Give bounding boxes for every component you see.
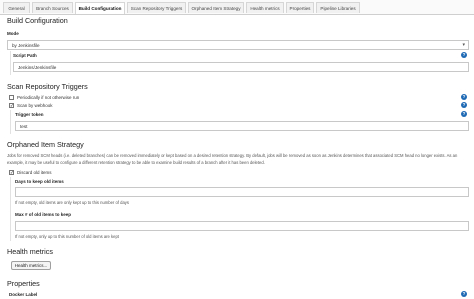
trigger-token-label: Trigger token: [15, 112, 44, 117]
webhook-checkbox[interactable]: ✓: [9, 103, 14, 108]
webhook-nested-config: [10, 110, 11, 134]
discard-old-items-checkbox[interactable]: ✓: [9, 170, 14, 175]
mode-selected-value: by Jenkinsfile: [12, 43, 40, 48]
mode-nested-config: [10, 51, 11, 75]
periodic-label: Periodically if not otherwise run: [17, 95, 80, 100]
scan-repository-triggers-heading: Scan Repository Triggers: [7, 82, 88, 91]
health-metrics-heading: Health metrics: [7, 247, 53, 256]
help-icon[interactable]: ?: [461, 52, 467, 58]
mode-label: Mode: [7, 31, 19, 36]
trigger-token-input[interactable]: test: [15, 121, 469, 131]
days-to-keep-label: Days to keep old items: [15, 179, 64, 184]
health-metrics-button[interactable]: Health metrics...: [11, 261, 51, 270]
days-to-keep-input[interactable]: [15, 187, 469, 197]
help-icon[interactable]: ?: [461, 102, 467, 108]
tab-pipeline-libraries[interactable]: Pipeline Libraries: [316, 2, 360, 13]
help-icon[interactable]: ?: [461, 94, 467, 100]
chevron-down-icon: ▾: [462, 42, 465, 48]
periodic-checkbox[interactable]: [9, 95, 14, 100]
webhook-label: Scan by webhook: [17, 103, 53, 108]
mode-select[interactable]: by Jenkinsfile ▾: [7, 40, 469, 50]
help-icon[interactable]: ?: [461, 111, 467, 117]
orphaned-description: Jobs for removed SCM heads (i.e. deleted…: [7, 153, 458, 165]
discard-old-items-label: Discard old items: [17, 170, 52, 175]
script-path-input[interactable]: Jenkins/Jenkinsfile: [13, 62, 469, 72]
days-to-keep-hint: If not empty, old items are only kept up…: [15, 200, 129, 205]
max-old-items-label: Max # of old items to keep: [15, 212, 72, 217]
properties-heading: Properties: [7, 279, 40, 288]
discard-nested-config: [10, 177, 11, 241]
tab-health-metrics[interactable]: Health metrics: [246, 2, 284, 13]
docker-label-label: Docker Label: [9, 292, 38, 297]
tab-scan-repository-triggers[interactable]: Scan Repository Triggers: [127, 2, 186, 13]
orphaned-item-strategy-heading: Orphaned Item Strategy: [7, 140, 84, 149]
build-configuration-heading: Build Configuration: [7, 16, 68, 25]
config-tab-bar: General Branch Sources Build Configurati…: [0, 0, 474, 15]
tab-branch-sources[interactable]: Branch Sources: [32, 2, 73, 13]
tab-build-configuration[interactable]: Build Configuration: [75, 2, 125, 14]
tab-properties[interactable]: Properties: [286, 2, 314, 13]
tab-orphaned-item-strategy[interactable]: Orphaned Item Strategy: [188, 2, 244, 13]
tab-general[interactable]: General: [3, 2, 30, 13]
max-old-items-input[interactable]: [15, 221, 469, 231]
help-icon[interactable]: ?: [461, 291, 467, 297]
script-path-label: Script Path: [13, 53, 37, 58]
max-old-items-hint: If not empty, only up to this number of …: [15, 234, 119, 239]
